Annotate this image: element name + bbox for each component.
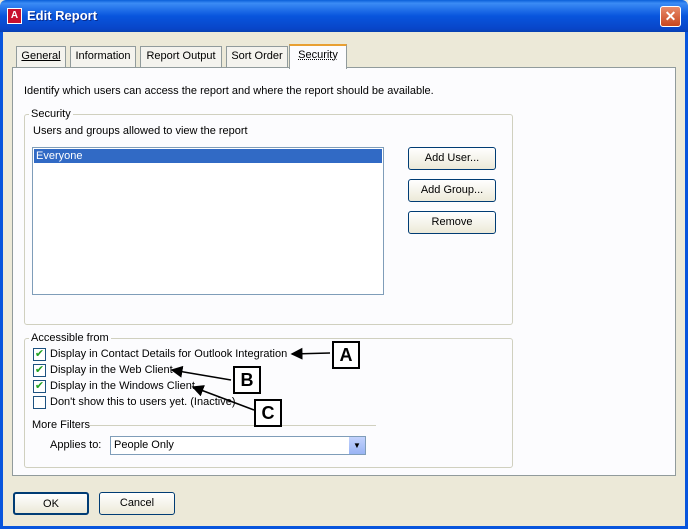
ok-button[interactable]: OK	[13, 492, 89, 515]
arrow-a	[290, 347, 331, 360]
callout-arrows	[170, 347, 331, 411]
arrow-b	[170, 365, 232, 381]
cancel-button[interactable]: Cancel	[99, 492, 175, 515]
tab-security[interactable]: Security	[289, 44, 347, 69]
callout-c: C	[254, 399, 282, 427]
callout-a: A	[332, 341, 360, 369]
tab-label: Security	[298, 49, 338, 61]
callout-b: B	[233, 366, 261, 394]
